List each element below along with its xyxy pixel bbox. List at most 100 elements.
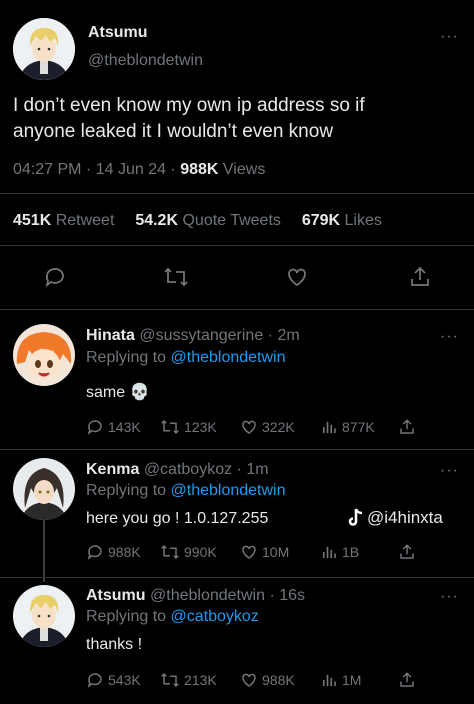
quote-count: 54.2K [135, 212, 179, 229]
quote-stat[interactable]: 54.2K Quote Tweets [135, 212, 281, 229]
retweet-icon [164, 267, 188, 287]
like-icon [240, 671, 262, 689]
avatar-kenma[interactable] [13, 458, 75, 520]
replying-prefix: Replying to [86, 608, 167, 625]
views-count: 988K [180, 161, 219, 178]
reply-author-name[interactable]: Kenma [86, 461, 139, 478]
views-label: Views [222, 161, 266, 178]
tiktok-icon [348, 508, 363, 526]
tweet-text-line1: I don’t even know my own ip address so i… [13, 95, 365, 116]
like-count: 988K [262, 672, 295, 688]
replying-to: Replying to @theblondetwin [86, 482, 285, 500]
divider [0, 577, 474, 578]
heart-icon [288, 268, 306, 287]
thread-line [43, 520, 45, 582]
retweet-button[interactable]: 213K [160, 671, 217, 689]
replying-prefix: Replying to [86, 482, 167, 499]
views-count: 1B [342, 544, 360, 560]
share-button[interactable] [398, 418, 420, 436]
reply-author-name[interactable]: Hinata [86, 327, 135, 344]
views-icon [320, 671, 342, 689]
retweet-button[interactable]: 123K [160, 418, 217, 436]
tweet-text-line2: anyone leaked it I wouldn’t even know [13, 121, 334, 142]
reply-icon [86, 543, 108, 561]
reply-header: Kenma @catboykoz · 1m [86, 461, 269, 479]
views-icon [320, 418, 342, 436]
replying-to: Replying to @theblondetwin [86, 349, 285, 367]
retweet-count: 213K [184, 672, 217, 688]
more-options-icon[interactable]: ··· [440, 28, 459, 46]
replying-to-link[interactable]: @catboykoz [171, 608, 259, 625]
retweet-count: 990K [184, 544, 217, 560]
avatar-hinata[interactable] [13, 324, 75, 386]
more-options-icon[interactable]: ··· [440, 588, 459, 606]
retweet-button[interactable] [163, 265, 189, 294]
replying-to-link[interactable]: @theblondetwin [171, 349, 286, 366]
quote-label: Quote Tweets [182, 212, 281, 229]
more-options-icon[interactable]: ··· [440, 328, 459, 346]
divider [0, 449, 474, 450]
retweet-icon [160, 418, 184, 436]
like-button[interactable]: 988K [240, 671, 295, 689]
divider [0, 193, 474, 194]
views-count: 877K [342, 419, 375, 435]
retweet-icon [160, 671, 184, 689]
share-icon [411, 266, 429, 286]
retweet-button[interactable]: 990K [160, 543, 217, 561]
reply-handle-time[interactable]: @theblondetwin · 16s [150, 587, 305, 604]
share-icon [398, 418, 420, 436]
tweet-timestamp[interactable]: 04:27 PM · 14 Jun 24 · [13, 161, 176, 178]
reply-count: 543K [108, 672, 141, 688]
retweet-count: 451K [13, 212, 52, 229]
reply-icon [86, 418, 108, 436]
tweet-stats: 451K Retweet 54.2K Quote Tweets 679K Lik… [13, 212, 382, 230]
retweet-icon [160, 543, 184, 561]
watermark: @i4hinxta [346, 508, 443, 528]
like-icon [240, 543, 262, 561]
reply-button[interactable]: 543K [86, 671, 141, 689]
tweet-meta: 04:27 PM · 14 Jun 24 · 988K Views [13, 161, 265, 179]
avatar-atsumu[interactable] [13, 18, 75, 80]
views-count: 1M [342, 672, 362, 688]
author-handle[interactable]: @theblondetwin [88, 52, 203, 70]
reply-button[interactable]: 988K [86, 543, 141, 561]
reply-handle-time[interactable]: @sussytangerine · 2m [139, 327, 299, 344]
reply-text: here you go ! 1.0.127.255 [86, 510, 269, 527]
like-icon [240, 418, 262, 436]
share-icon [398, 671, 420, 689]
reply-handle-time[interactable]: @catboykoz · 1m [144, 461, 269, 478]
reply-header: Hinata @sussytangerine · 2m [86, 327, 300, 345]
like-button[interactable] [285, 265, 309, 294]
views-button[interactable]: 1B [320, 543, 359, 561]
more-options-icon[interactable]: ··· [440, 462, 459, 480]
like-count: 322K [262, 419, 295, 435]
views-button[interactable]: 877K [320, 418, 375, 436]
avatar-atsumu-reply[interactable] [13, 585, 75, 647]
divider [0, 309, 474, 310]
reply-icon [86, 671, 108, 689]
retweet-label: Retweet [55, 212, 115, 229]
reply-text: thanks ! [86, 636, 143, 653]
replying-to: Replying to @catboykoz [86, 608, 259, 626]
reply-button[interactable]: 143K [86, 418, 141, 436]
share-button[interactable] [408, 265, 432, 294]
retweet-stat[interactable]: 451K Retweet [13, 212, 114, 229]
like-button[interactable]: 10M [240, 543, 289, 561]
share-icon [398, 543, 420, 561]
divider [0, 245, 474, 246]
share-button[interactable] [398, 543, 420, 561]
like-count: 10M [262, 544, 290, 560]
replying-prefix: Replying to [86, 349, 167, 366]
reply-author-name[interactable]: Atsumu [86, 587, 146, 604]
retweet-count: 123K [184, 419, 217, 435]
like-button[interactable]: 322K [240, 418, 295, 436]
likes-count: 679K [301, 212, 341, 229]
views-button[interactable]: 1M [320, 671, 361, 689]
likes-stat[interactable]: 679K Likes [302, 212, 382, 229]
share-button[interactable] [398, 671, 420, 689]
reply-count: 143K [108, 419, 141, 435]
replying-to-link[interactable]: @theblondetwin [171, 482, 286, 499]
reply-button[interactable] [43, 265, 67, 294]
author-name[interactable]: Atsumu [88, 24, 148, 42]
reply-count: 988K [108, 544, 141, 560]
